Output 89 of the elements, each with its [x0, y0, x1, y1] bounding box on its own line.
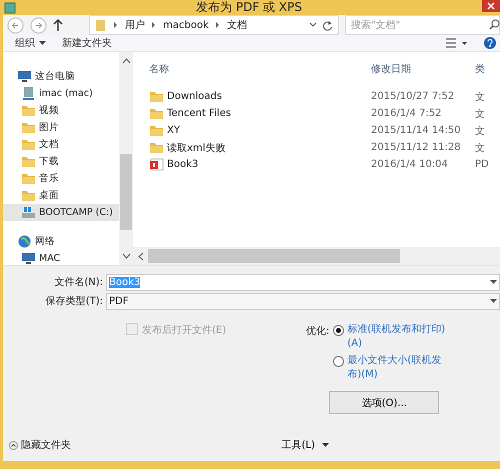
caret-icon — [322, 442, 329, 448]
checkbox-label: 发布后打开文件(E) — [142, 324, 226, 337]
date-cell-text: 2015/11/14 14:50 — [371, 125, 462, 136]
scroll-down-icon — [122, 253, 130, 259]
drive-icon — [21, 205, 36, 220]
folder-icon — [21, 103, 36, 118]
date-cell-text: 2015/10/27 7:52 — [371, 91, 456, 102]
column-header[interactable]: 修改日期 — [371, 62, 475, 76]
nav-item[interactable]: 下载 — [3, 153, 119, 170]
column-header[interactable]: 名称 — [149, 62, 371, 76]
network-drive-icon — [21, 86, 36, 101]
folder-icon — [21, 154, 36, 169]
breadcrumb-item[interactable]: 用户 — [125, 18, 145, 32]
nav-item[interactable]: 音乐 — [3, 170, 119, 187]
column-header[interactable]: 类 — [475, 62, 500, 76]
folder-icon — [149, 106, 164, 121]
radio-button[interactable] — [333, 325, 344, 336]
folder-icon — [95, 18, 107, 32]
type-cell-text: 文 — [475, 90, 486, 104]
caret-icon — [39, 40, 46, 46]
chevron-icon — [214, 21, 222, 29]
search-field[interactable]: 搜索"文档" — [345, 15, 500, 35]
file-name[interactable]: 读取xml失败 — [167, 140, 226, 154]
address-field[interactable]: 用户 macbook 文档 — [89, 15, 339, 35]
scroll-thumb[interactable] — [148, 249, 400, 263]
folder-icon — [21, 120, 36, 135]
refresh-icon — [322, 20, 333, 30]
selected-text: Book3 — [109, 276, 140, 288]
radio-label: 标准(联机发布和打印)(A) — [347, 323, 446, 351]
close-icon — [482, 0, 500, 12]
chevron-icon — [112, 21, 120, 29]
field-label: 保存类型(T): — [44, 294, 104, 308]
folder-icon — [149, 140, 164, 155]
new-folder-button[interactable]: 新建文件夹 — [62, 36, 112, 50]
nav-item[interactable]: imac (mac) — [3, 85, 119, 102]
pdf-file-icon — [149, 157, 164, 172]
nav-item[interactable]: 网络 — [3, 233, 119, 250]
folder-icon — [149, 123, 164, 138]
file-name[interactable]: XY — [167, 125, 180, 136]
monitor-icon — [21, 251, 36, 265]
vertical-scrollbar[interactable] — [119, 52, 133, 265]
date-cell-text: 2015/11/12 11:28 — [371, 142, 462, 153]
view-options-icon — [446, 37, 468, 49]
globe-icon — [17, 234, 32, 249]
type-cell-text: 文 — [475, 142, 486, 154]
radio-label: 最小文件大小(联机发布)(M) — [347, 354, 442, 382]
collapse-icon — [9, 440, 18, 450]
optimize-label: 优化: — [306, 325, 330, 339]
date-cell-text: 2016/1/4 10:04 — [371, 159, 449, 170]
window-title: 发布为 PDF 或 XPS — [195, 0, 303, 15]
radio-button[interactable] — [333, 356, 344, 367]
app-icon — [4, 2, 16, 14]
type-cell-text: 文 — [475, 124, 486, 138]
date-cell-text: 2016/1/4 7:52 — [371, 108, 443, 119]
nav-item[interactable]: BOOTCAMP (C:) — [3, 204, 119, 221]
tools-menu[interactable]: 工具(L) — [276, 437, 335, 453]
dropdown-caret-icon — [490, 280, 497, 284]
monitor-icon — [17, 69, 32, 84]
scroll-up-icon — [122, 58, 130, 64]
file-name[interactable]: Book3 — [167, 159, 198, 170]
chevron-icon — [150, 21, 158, 29]
nav-item[interactable]: MAC — [3, 250, 119, 265]
dropdown-caret-icon — [309, 21, 317, 29]
breadcrumb-item[interactable]: macbook — [163, 20, 209, 30]
dropdown-caret-icon — [490, 298, 497, 304]
folder-icon — [149, 89, 164, 104]
hide-folders-toggle[interactable]: 隐藏文件夹 — [9, 438, 71, 452]
type-cell-text: PD — [475, 159, 490, 170]
folder-icon — [21, 188, 36, 203]
search-icon — [489, 19, 500, 30]
file-name[interactable]: Tencent Files — [167, 108, 231, 119]
options-button[interactable]: 选项(O)... — [329, 391, 440, 414]
scroll-left-icon — [138, 252, 144, 260]
up-arrow-icon — [53, 18, 63, 32]
organize-menu[interactable]: 组织 — [15, 36, 46, 50]
type-cell-text: 文 — [475, 108, 486, 120]
nav-item[interactable]: 桌面 — [3, 187, 119, 204]
nav-item[interactable]: 视频 — [3, 102, 119, 119]
nav-item[interactable]: 图片 — [3, 119, 119, 136]
nav-item[interactable]: 这台电脑 — [3, 68, 119, 85]
scroll-thumb[interactable] — [120, 154, 132, 230]
horizontal-scrollbar[interactable] — [133, 247, 500, 265]
field-label: 文件名(N): — [53, 276, 104, 289]
save-type-dropdown[interactable]: PDF — [106, 292, 500, 310]
nav-item[interactable]: 文档 — [3, 136, 119, 153]
file-name[interactable]: Downloads — [167, 91, 222, 102]
folder-icon — [21, 171, 36, 186]
folder-icon — [21, 137, 36, 152]
breadcrumb-item[interactable]: 文档 — [226, 18, 247, 32]
